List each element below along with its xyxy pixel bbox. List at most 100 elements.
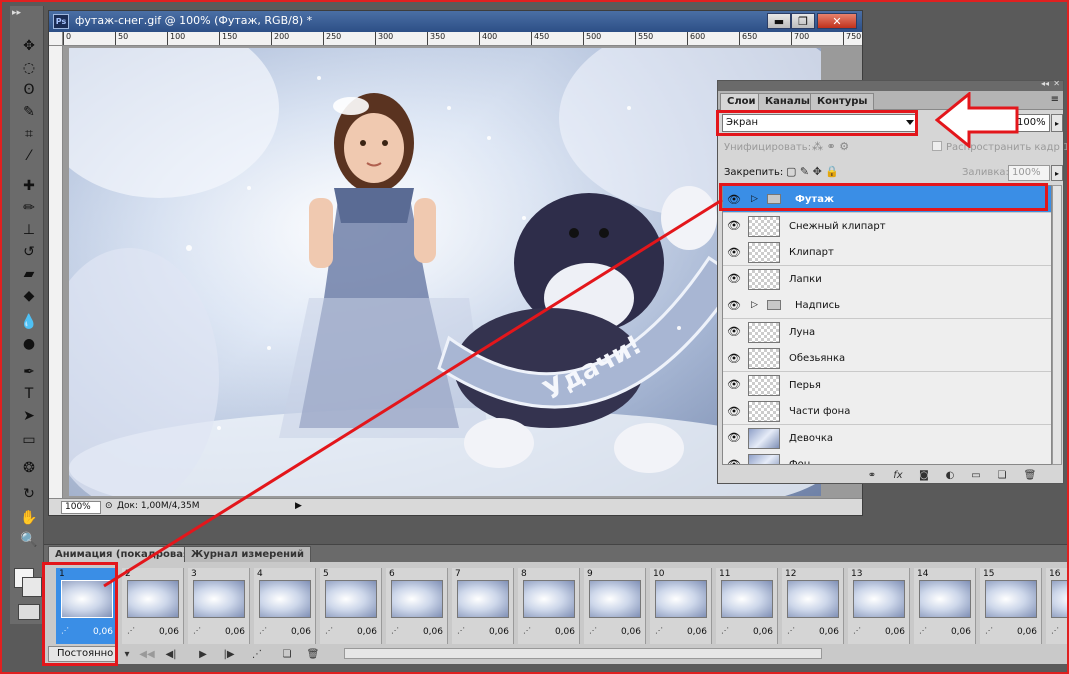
path-select-tool-icon[interactable]: ➤ (18, 406, 40, 426)
frame-disposal-icon[interactable]: ⋰ (1051, 626, 1059, 635)
panel-grip[interactable]: ◂◂ ✕ (718, 79, 1063, 91)
frame-delay[interactable]: 0,06 (819, 627, 839, 637)
document-titlebar[interactable]: Ps футаж-снег.gif @ 100% (Футаж, RGB/8) … (49, 11, 862, 32)
frame-delay[interactable]: 0,06 (555, 627, 575, 637)
panel-close-icon[interactable]: ✕ (1053, 79, 1060, 88)
lasso-tool-icon[interactable]: ʘ (18, 80, 40, 100)
stamp-tool-icon[interactable]: ⊥ (18, 220, 40, 240)
frame-disposal-icon[interactable]: ⋰ (523, 626, 531, 635)
layer-row[interactable]: 👁 Клипарт (723, 239, 1051, 266)
eye-icon[interactable]: 👁 (726, 404, 742, 418)
tab-paths[interactable]: Контуры (810, 93, 875, 110)
healing-brush-tool-icon[interactable]: ✚ (18, 176, 40, 196)
animation-frame[interactable]: 2 ⋰ 0,06 (122, 568, 184, 644)
frame-delay[interactable]: 0,06 (753, 627, 773, 637)
eye-icon[interactable]: 👁 (726, 457, 742, 465)
layer-row[interactable]: 👁 Девочка (723, 424, 1051, 452)
minimize-icon[interactable]: ▬ (767, 13, 791, 29)
link-layers-icon[interactable]: ⚭ (864, 468, 880, 482)
new-layer-icon[interactable]: ❏ (994, 468, 1010, 482)
fill-arrow-icon[interactable]: ▸ (1051, 165, 1063, 181)
layer-row[interactable]: 👁 Части фона (723, 398, 1051, 425)
duplicate-frame-icon[interactable]: ❏ (278, 646, 296, 662)
frame-delay[interactable]: 0,06 (423, 627, 443, 637)
eye-icon[interactable]: 👁 (726, 245, 742, 259)
pen-tool-icon[interactable]: ✒ (18, 362, 40, 382)
first-frame-icon[interactable]: ◀◀ (138, 646, 156, 662)
shape-tool-icon[interactable]: ▭ (18, 430, 40, 450)
eye-icon[interactable]: 👁 (726, 272, 742, 286)
tween-icon[interactable]: ⋰ (248, 646, 266, 662)
tab-animation[interactable]: Анимация (покадровая) (48, 546, 201, 562)
frame-delay[interactable]: 0,06 (159, 627, 179, 637)
blur-tool-icon[interactable]: 💧 (18, 312, 40, 332)
animation-frame[interactable]: 5 ⋰ 0,06 (320, 568, 382, 644)
status-menu-icon[interactable]: ⊙ (105, 501, 115, 513)
animation-frame[interactable]: 12 ⋰ 0,06 (782, 568, 844, 644)
animation-frame[interactable]: 11 ⋰ 0,06 (716, 568, 778, 644)
adjustment-layer-icon[interactable]: ◐ (942, 468, 958, 482)
expand-group-icon[interactable]: ▷ (751, 194, 758, 204)
tab-measurement-log[interactable]: Журнал измерений (184, 546, 312, 562)
animation-frame[interactable]: 10 ⋰ 0,06 (650, 568, 712, 644)
tab-layers[interactable]: Слои (720, 93, 763, 110)
layer-row[interactable]: 👁 ▷ Футаж (723, 186, 1051, 213)
trash-icon[interactable]: 🗑 (1022, 468, 1038, 482)
animation-frame[interactable]: 16⋰0,06 (1046, 568, 1069, 644)
frame-delay[interactable]: 0,06 (951, 627, 971, 637)
animation-frame[interactable]: 4 ⋰ 0,06 (254, 568, 316, 644)
layer-row[interactable]: 👁 Снежный клипарт (723, 212, 1051, 240)
zoom-field[interactable]: 100% (61, 501, 101, 514)
brush-tool-icon[interactable]: ✏ (18, 198, 40, 218)
animation-frame[interactable]: 1 ⋰ 0,06 (56, 568, 118, 644)
3d-orbit-tool-icon[interactable]: ↻ (18, 484, 40, 504)
previous-frame-icon[interactable]: ◀| (162, 646, 180, 662)
fill-field[interactable]: 100% (1008, 165, 1050, 181)
frame-disposal-icon[interactable]: ⋰ (259, 626, 267, 635)
zoom-tool-icon[interactable]: 🔍 (18, 530, 40, 550)
tab-channels[interactable]: Каналы (758, 93, 817, 110)
animation-frame[interactable]: 9 ⋰ 0,06 (584, 568, 646, 644)
eye-icon[interactable]: 👁 (726, 325, 742, 339)
animation-frame[interactable]: 15 ⋰ 0,06 (980, 568, 1042, 644)
frame-delay[interactable]: 0,06 (225, 627, 245, 637)
opacity-arrow-icon[interactable]: ▸ (1051, 114, 1063, 132)
panel-menu-icon[interactable]: ≡ (1051, 94, 1059, 105)
animation-frame[interactable]: 8 ⋰ 0,06 (518, 568, 580, 644)
layer-row[interactable]: 👁 Перья (723, 371, 1051, 399)
3d-rotate-tool-icon[interactable]: ❂ (18, 458, 40, 478)
frame-delay[interactable]: 0,06 (357, 627, 377, 637)
hand-tool-icon[interactable]: ✋ (18, 508, 40, 528)
horizontal-ruler[interactable]: 0 50 100 150 200 250 300 350 400 450 500 550 600 650 7… (63, 32, 862, 46)
new-group-icon[interactable]: ▭ (968, 468, 984, 482)
eye-icon[interactable]: 👁 (726, 192, 742, 206)
frame-delay[interactable]: 0,06 (1017, 627, 1037, 637)
background-color-swatch[interactable] (22, 577, 42, 597)
collapse-icon[interactable]: ◂◂ (1041, 79, 1049, 88)
loop-dropdown-icon[interactable]: ▾ (118, 646, 136, 662)
eye-icon[interactable]: 👁 (726, 378, 742, 392)
frame-disposal-icon[interactable]: ⋰ (391, 626, 399, 635)
eraser-tool-icon[interactable]: ▰ (18, 264, 40, 284)
frame-delay[interactable]: 0,06 (291, 627, 311, 637)
frame-delay[interactable]: 0,06 (885, 627, 905, 637)
crop-tool-icon[interactable]: ⌗ (18, 124, 40, 144)
animation-frame[interactable]: 14 ⋰ 0,06 (914, 568, 976, 644)
frame-disposal-icon[interactable]: ⋰ (919, 626, 927, 635)
frame-disposal-icon[interactable]: ⋰ (721, 626, 729, 635)
loop-select[interactable]: Постоянно (48, 646, 118, 662)
close-icon[interactable]: ✕ (817, 13, 857, 29)
opacity-field[interactable]: 100% (1014, 114, 1050, 132)
fx-icon[interactable]: fx (890, 468, 906, 482)
frame-disposal-icon[interactable]: ⋰ (985, 626, 993, 635)
eye-icon[interactable]: 👁 (726, 219, 742, 233)
eye-icon[interactable]: 👁 (726, 351, 742, 365)
layer-row[interactable]: 👁 Обезьянка (723, 345, 1051, 372)
frame-disposal-icon[interactable]: ⋰ (655, 626, 663, 635)
eye-icon[interactable]: 👁 (726, 298, 742, 312)
toolbox-grip-icon[interactable]: ▸▸ (12, 8, 42, 24)
eyedropper-tool-icon[interactable]: ⁄ (18, 146, 40, 166)
animation-frame[interactable]: 7 ⋰ 0,06 (452, 568, 514, 644)
frame-delay[interactable]: 0,06 (687, 627, 707, 637)
layer-row[interactable]: 👁 Лапки (723, 265, 1051, 293)
